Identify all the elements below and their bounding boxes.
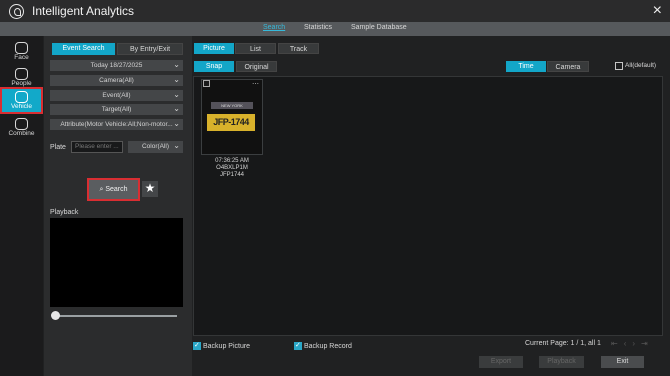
vehicle-icon xyxy=(15,91,28,103)
search-panel xyxy=(44,36,192,376)
result-plate: JFP1744 xyxy=(219,172,244,178)
top-navigation: Search Statistics Sample Database xyxy=(0,22,670,36)
sort-time-tab[interactable]: Time xyxy=(506,61,546,72)
snap-tab[interactable]: Snap xyxy=(194,61,234,72)
playback-slider-track[interactable] xyxy=(55,315,177,317)
color-select[interactable]: Color(All) xyxy=(128,140,183,153)
result-camera: O4BXLP1M xyxy=(216,165,248,171)
plate-region-text: NEW YORK xyxy=(211,102,253,109)
original-tab[interactable]: Original xyxy=(236,61,277,72)
result-metadata: 07:36:25 AM O4BXLP1M JFP1744 xyxy=(201,158,263,179)
tab-list[interactable]: List xyxy=(235,43,276,54)
backup-record-label: Backup Record xyxy=(304,343,352,350)
sidebar-item-label: People xyxy=(11,80,32,87)
plate-label: Plate xyxy=(50,144,66,151)
sidebar-item-label: Vehicle xyxy=(11,103,32,110)
more-icon[interactable]: ⋯ xyxy=(252,80,259,88)
date-select[interactable]: Today 18/27/2025 xyxy=(50,59,183,71)
tab-search[interactable]: Search xyxy=(263,24,285,31)
page-info: Current Page: 1 / 1, all 1 xyxy=(525,340,601,347)
tab-sample-database[interactable]: Sample Database xyxy=(351,24,407,31)
results-area xyxy=(193,76,663,336)
sidebar-item-label: Face xyxy=(14,54,29,61)
result-time: 07:36:25 AM xyxy=(215,158,249,164)
sort-camera-tab[interactable]: Camera xyxy=(547,61,589,72)
sidebar-item-label: Combine xyxy=(8,130,35,137)
export-button[interactable]: Export xyxy=(479,356,523,368)
playback-window xyxy=(50,218,183,307)
close-icon[interactable]: × xyxy=(653,2,662,20)
combine-icon xyxy=(15,118,28,130)
search-icon: ⌕ xyxy=(99,186,104,193)
search-button[interactable]: ⌕ Search xyxy=(89,180,138,199)
all-default-checkbox[interactable] xyxy=(615,62,623,70)
window-title: Intelligent Analytics xyxy=(32,4,135,18)
result-checkbox[interactable] xyxy=(203,80,210,87)
app-logo-icon xyxy=(9,4,24,19)
tab-event-search[interactable]: Event Search xyxy=(52,43,115,55)
sidebar-item-combine[interactable]: Combine xyxy=(0,116,43,141)
playback-label: Playback xyxy=(50,209,79,216)
backup-picture-label: Backup Picture xyxy=(203,343,251,350)
event-select[interactable]: Event(All) xyxy=(50,89,183,101)
tab-track[interactable]: Track xyxy=(278,43,319,54)
camera-select[interactable]: Camera(All) xyxy=(50,74,183,86)
search-button-highlight: ⌕ Search xyxy=(87,178,140,201)
title-bar: Intelligent Analytics × xyxy=(0,0,670,22)
pagination-icons[interactable]: ⇤‹›⇥ xyxy=(611,339,654,348)
exit-button[interactable]: Exit xyxy=(601,356,644,368)
all-default-label: All(default) xyxy=(625,62,657,69)
sidebar: Face People Vehicle Combine xyxy=(0,36,43,376)
sidebar-item-vehicle[interactable]: Vehicle xyxy=(0,87,43,114)
attribute-select[interactable]: Attribute(Motor Vehicle:All;Non-motor... xyxy=(50,118,183,130)
backup-record-checkbox[interactable] xyxy=(294,341,302,350)
plate-input[interactable]: Please enter ... xyxy=(71,141,123,153)
backup-picture-checkbox[interactable] xyxy=(193,341,201,350)
target-select[interactable]: Target(All) xyxy=(50,103,183,115)
playback-button[interactable]: Playback xyxy=(539,356,584,368)
people-icon xyxy=(15,68,28,80)
favorite-star-button[interactable]: ★ xyxy=(142,181,158,197)
tab-picture[interactable]: Picture xyxy=(194,43,234,54)
search-button-label: Search xyxy=(105,186,128,193)
face-icon xyxy=(15,42,28,54)
playback-slider-thumb[interactable] xyxy=(51,311,60,320)
tab-statistics[interactable]: Statistics xyxy=(304,24,332,31)
sidebar-item-face[interactable]: Face xyxy=(0,40,43,65)
license-plate-image: JFP-1744 xyxy=(205,112,257,133)
tab-by-entry-exit[interactable]: By Entry/Exit xyxy=(117,43,183,55)
